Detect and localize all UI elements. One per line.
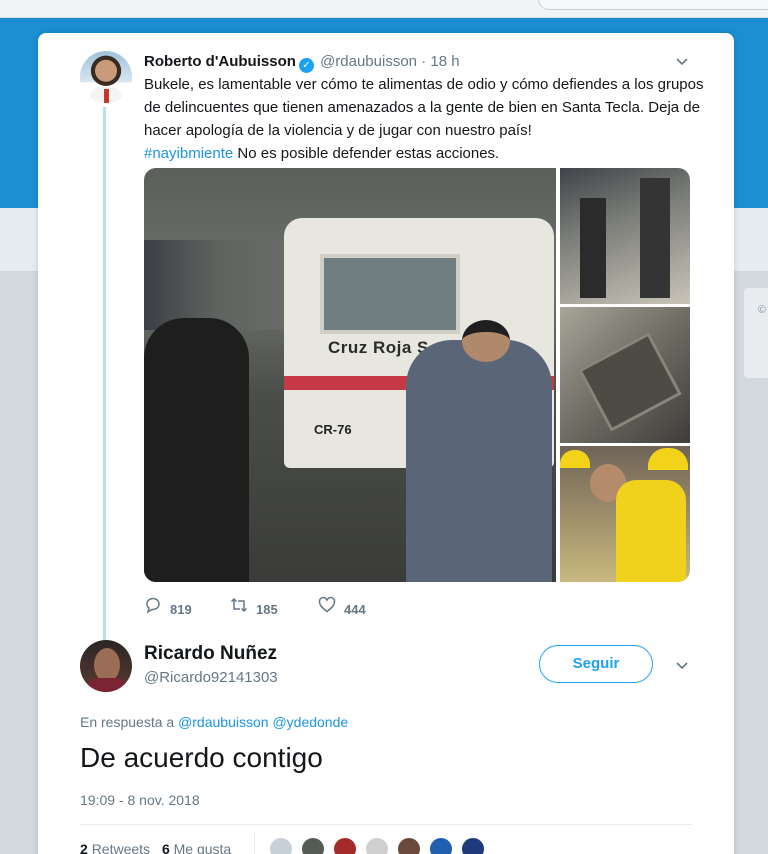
chevron-down-icon[interactable] [674,657,690,677]
tweet-time[interactable]: 18 h [430,53,459,70]
retweet-icon [230,596,248,620]
reply-avatar[interactable] [80,640,132,692]
liker-avatar[interactable] [396,836,422,854]
tweet-body: Bukele, es lamentable ver cómo te alimen… [144,76,704,139]
separator-dot: · [421,53,427,70]
side-card: © [744,288,768,378]
likes-label: Me gusta [173,841,232,854]
likes-stat[interactable]: 6 Me gusta [162,841,231,854]
avatar[interactable] [80,51,132,103]
liker-avatar[interactable] [268,836,294,854]
like-count: 444 [344,602,366,617]
van-plate: CR-76 [314,422,352,437]
like-button[interactable]: 444 [318,596,366,617]
liker-avatar[interactable] [332,836,358,854]
reply-author-name[interactable]: Ricardo Nuñez [144,643,277,665]
liker-avatar[interactable] [428,836,454,854]
reply-button[interactable]: 819 [144,596,192,617]
copyright-icon: © [758,304,767,316]
tweet-header: Roberto d'Aubuisson ✓ @rdaubuisson · 18 h [144,52,460,73]
hashtag-link[interactable]: #nayibmiente [144,145,233,162]
media-photo-4[interactable] [560,446,690,582]
chevron-down-icon[interactable] [674,53,692,71]
media-grid: Cruz Roja S ado CR-76 [144,168,690,582]
follow-button[interactable]: Seguir [539,645,653,683]
retweet-button[interactable]: 185 [230,596,278,617]
liker-avatar[interactable] [300,836,326,854]
reply-stats: 2 Retweets 6 Me gusta [80,841,231,854]
liker-avatar[interactable] [460,836,486,854]
comment-icon [144,596,162,620]
reply-text: De acuerdo contigo [80,742,323,773]
reply-author-handle[interactable]: @Ricardo92141303 [144,669,278,686]
reply-count: 819 [170,602,192,617]
tweet-text: Bukele, es lamentable ver cómo te alimen… [144,73,704,165]
mention-link[interactable]: @rdaubuisson [178,714,269,730]
retweets-count: 2 [80,841,88,854]
retweet-count: 185 [256,602,278,617]
thread-connector-line [103,107,106,667]
mention-link[interactable]: @ydedonde [272,714,348,730]
author-name[interactable]: Roberto d'Aubuisson [144,53,296,70]
media-photo-3[interactable] [560,307,690,443]
search-bar[interactable] [538,0,768,10]
reply-timestamp[interactable]: 19:09 - 8 nov. 2018 [80,792,200,808]
author-handle[interactable]: @rdaubuisson [320,53,417,70]
retweets-stat[interactable]: 2 Retweets [80,841,150,854]
in-reply-to: En respuesta a @rdaubuisson @ydedonde [80,714,348,730]
retweets-label: Retweets [91,841,151,854]
browser-top-bar [0,0,768,18]
in-reply-prefix: En respuesta a [80,714,175,730]
tweet-modal: Roberto d'Aubuisson ✓ @rdaubuisson · 18 h… [38,33,734,854]
likes-count: 6 [161,841,170,854]
liker-avatar[interactable] [364,836,390,854]
media-photo-2[interactable] [560,168,690,304]
media-photo-main[interactable]: Cruz Roja S ado CR-76 [144,168,556,582]
divider [80,824,692,825]
stats-separator [254,833,255,854]
verified-badge-icon: ✓ [298,58,314,73]
heart-icon [318,596,336,620]
tweet-body-end: No es posible defender estas acciones. [233,145,500,162]
